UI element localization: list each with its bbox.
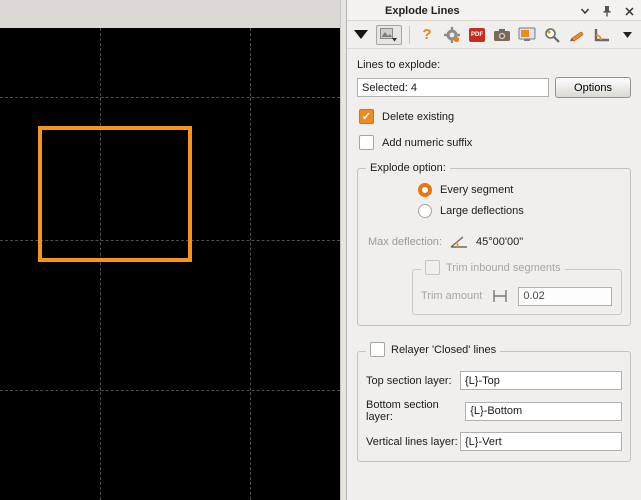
delete-existing-checkbox[interactable]: ✓ xyxy=(359,109,374,124)
toolbar-overflow-icon[interactable] xyxy=(617,25,637,45)
trim-amount-input[interactable] xyxy=(518,286,613,306)
explode-option-group: Explode option: Every segment Large defl… xyxy=(357,162,631,326)
zoom-icon[interactable] xyxy=(542,25,562,45)
top-section-layer-label: Top section layer: xyxy=(366,374,452,387)
trim-inbound-group: Trim inbound segments Trim amount xyxy=(412,260,622,315)
camera-icon[interactable] xyxy=(492,25,512,45)
panel-content: Lines to explode: Options ✓ Delete exist… xyxy=(347,49,641,500)
chevron-down-icon[interactable] xyxy=(577,4,593,18)
layer-row: Top section layer: xyxy=(366,371,622,390)
settings-gear-icon[interactable] xyxy=(442,25,462,45)
trim-amount-label: Trim amount xyxy=(421,290,483,302)
bottom-section-layer-label: Bottom section layer: xyxy=(366,399,439,423)
every-segment-label: Every segment xyxy=(440,184,514,196)
every-segment-radio[interactable] xyxy=(418,183,432,197)
flyout-triangle-icon[interactable] xyxy=(351,25,371,45)
lines-to-explode-label: Lines to explode: xyxy=(357,59,441,71)
panel-titlebar: Explode Lines xyxy=(347,0,641,21)
close-icon[interactable] xyxy=(621,4,637,18)
pin-icon[interactable] xyxy=(599,4,615,18)
canvas-column xyxy=(0,0,341,500)
relayer-closed-lines-label: Relayer 'Closed' lines xyxy=(391,343,497,356)
grid-line-vertical xyxy=(100,28,101,500)
delete-existing-label: Delete existing xyxy=(382,110,455,123)
max-deflection-label: Max deflection: xyxy=(368,236,442,248)
toolbar-separator xyxy=(409,25,410,44)
add-numeric-suffix-label: Add numeric suffix xyxy=(382,136,473,149)
grid-line-vertical xyxy=(250,28,251,500)
tools-pencil-icon[interactable] xyxy=(567,25,587,45)
vertical-lines-layer-input[interactable] xyxy=(460,432,622,451)
view-mode-button[interactable] xyxy=(376,24,402,45)
selection-input[interactable] xyxy=(357,78,549,97)
relayer-closed-lines-group: Relayer 'Closed' lines Top section layer… xyxy=(357,342,631,462)
pdf-icon[interactable]: PDF xyxy=(467,25,487,45)
relayer-closed-lines-checkbox[interactable] xyxy=(370,342,385,357)
trim-inbound-checkbox[interactable] xyxy=(425,260,440,275)
top-section-layer-input[interactable] xyxy=(460,371,622,390)
large-deflections-label: Large deflections xyxy=(440,205,524,217)
corner-angle-icon[interactable] xyxy=(592,25,612,45)
angle-icon xyxy=(449,232,469,252)
trim-inbound-label: Trim inbound segments xyxy=(446,261,561,274)
explode-option-legend: Explode option: xyxy=(370,162,446,174)
options-button[interactable]: Options xyxy=(555,77,631,98)
panel-title: Explode Lines xyxy=(385,5,460,17)
bottom-section-layer-input[interactable] xyxy=(465,401,622,421)
layer-row: Bottom section layer: xyxy=(366,399,622,423)
grid-line-horizontal xyxy=(0,390,341,391)
explode-lines-panel: Explode Lines ? PDF Lines to explode: Se… xyxy=(346,0,641,500)
add-numeric-suffix-checkbox[interactable] xyxy=(359,135,374,150)
canvas-top-strip xyxy=(0,0,341,28)
grid-line-horizontal xyxy=(0,97,341,98)
layer-row: Vertical lines layer: xyxy=(366,432,622,451)
max-deflection-value[interactable]: 45°00'00" xyxy=(476,236,523,248)
app-window: Explode Lines ? PDF Lines to explode: Se… xyxy=(0,0,641,500)
drawing-canvas[interactable] xyxy=(0,28,341,500)
selected-rectangle[interactable] xyxy=(38,126,192,262)
help-icon[interactable]: ? xyxy=(417,25,437,45)
trim-width-icon xyxy=(490,286,510,306)
vertical-lines-layer-label: Vertical lines layer: xyxy=(366,435,458,448)
screen-icon[interactable] xyxy=(517,25,537,45)
panel-toolbar: ? PDF xyxy=(347,21,641,49)
large-deflections-radio[interactable] xyxy=(418,204,432,218)
